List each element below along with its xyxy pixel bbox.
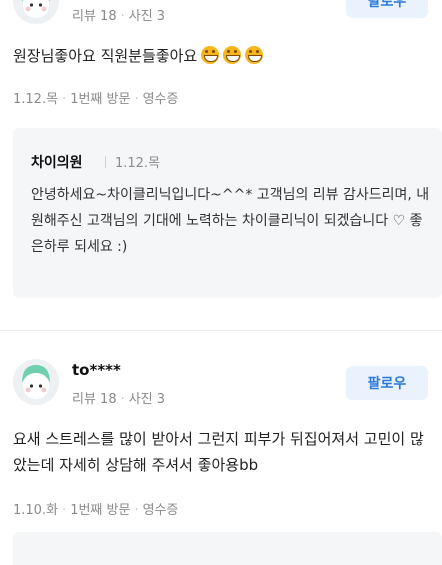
owner-reply: 차이의원 1.12.목 안녕하세요~차이클리닉입니다~^^* 고객님의 리뷰 감… [13, 128, 442, 298]
visit-count: 1번째 방문 [70, 92, 131, 107]
visit-date: 1.12.목 [13, 92, 59, 107]
grinning-face-emoji [201, 46, 220, 64]
owner-reply [13, 532, 442, 565]
grinning-face-emoji [245, 46, 264, 64]
receipt-label: 영수증 [142, 503, 179, 518]
follow-button[interactable]: 팔로우 [346, 366, 428, 400]
grinning-face-emoji [223, 46, 242, 64]
review-count: 리뷰 18 [72, 9, 117, 24]
receipt-label: 영수증 [142, 92, 179, 107]
avatar[interactable] [13, 359, 59, 405]
review-text: 요새 스트레스를 많이 받아서 그런지 피부가 뒤집어져서 고민이 많았는데 자… [13, 430, 424, 474]
photo-count: 사진 3 [128, 392, 166, 407]
divider [105, 156, 106, 168]
reply-text: 안녕하세요~차이클리닉입니다~^^* 고객님의 리뷰 감사드리며, 내원해주신 … [31, 187, 430, 255]
reviewer-meta: 리뷰 18 · 사진 3 [72, 9, 166, 24]
avatar[interactable] [13, 0, 59, 24]
review-text-content: 원장님좋아요 직원분들좋아요 [13, 47, 198, 65]
visit-info: 1.12.목 · 1번째 방문 · 영수증 [13, 92, 179, 107]
review-item: to**** 리뷰 18 · 사진 3 팔로우 요새 스트레스를 많이 받아서 그런… [0, 331, 442, 565]
follow-button[interactable]: 팔로우 [346, 0, 428, 18]
visit-date: 1.10.화 [13, 503, 59, 518]
reviewer-nickname[interactable]: to**** [72, 361, 121, 379]
photo-count: 사진 3 [128, 9, 166, 24]
review-text: 원장님좋아요 직원분들좋아요 [13, 43, 433, 69]
review-count: 리뷰 18 [72, 392, 117, 407]
review-item: 리뷰 18 · 사진 3 팔로우 원장님좋아요 직원분들좋아요 1.12.목 · 1번째… [0, 0, 442, 330]
reply-date: 1.12.목 [115, 156, 161, 171]
visit-count: 1번째 방문 [70, 503, 131, 518]
reply-owner-name: 차이의원 [31, 155, 83, 171]
visit-info: 1.10.화 · 1번째 방문 · 영수증 [13, 503, 179, 518]
reviewer-meta: 리뷰 18 · 사진 3 [72, 392, 166, 407]
